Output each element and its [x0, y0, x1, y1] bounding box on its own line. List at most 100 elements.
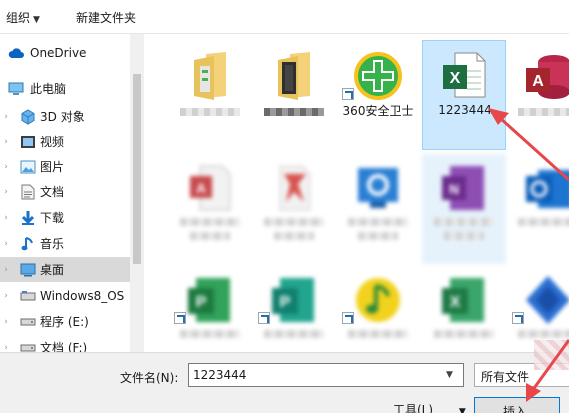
chevron-right-icon[interactable]: › [2, 213, 10, 223]
file-item[interactable]: P [168, 266, 252, 352]
file-label [434, 330, 494, 338]
dialog-footer: 文件名(N): ▼ 所有文件 工具(L) ▼ 插入 [0, 352, 569, 413]
file-item[interactable] [336, 154, 420, 264]
nav-item-desktop[interactable]: › 桌面 [0, 257, 130, 282]
nav-item-drive-e[interactable]: › 程序 (E:) [0, 309, 130, 334]
nav-label: 视频 [40, 135, 65, 149]
shortcut-arrow-icon [174, 312, 186, 324]
nav-item-music[interactable]: › 音乐 [0, 231, 130, 256]
access-icon: A [524, 50, 569, 102]
file-item[interactable]: N [422, 154, 506, 264]
nav-item-3d-objects[interactable]: › 3D 对象 [0, 104, 130, 129]
file-label [348, 218, 408, 226]
file-label [180, 108, 240, 116]
nav-label: 文档 [40, 185, 65, 199]
chevron-right-icon[interactable]: › [2, 291, 10, 301]
svg-text:A: A [196, 180, 206, 196]
navigation-pane: OneDrive 此电脑 › 3D 对象 › 视频 › 图片 › 文档 › 下载… [0, 34, 146, 352]
nav-label: 文档 (F:) [40, 341, 88, 352]
nav-label: 图片 [40, 160, 65, 174]
file-item[interactable] [336, 266, 420, 352]
file-label [180, 330, 240, 338]
chevron-down-icon: ▼ [458, 407, 466, 413]
3d-objects-icon [20, 108, 36, 125]
scrollbar-thumb[interactable] [133, 74, 141, 264]
file-item[interactable]: A [168, 154, 252, 264]
360-security-icon [354, 50, 402, 102]
nav-item-documents[interactable]: › 文档 [0, 179, 130, 204]
chevron-right-icon[interactable]: › [2, 265, 10, 275]
chevron-right-icon[interactable]: › [2, 112, 10, 122]
svg-text:P: P [196, 294, 207, 311]
file-item[interactable] [506, 154, 569, 264]
publisher-icon: P [270, 274, 318, 326]
drive-icon [20, 314, 36, 330]
chevron-right-icon[interactable]: › [2, 343, 10, 353]
file-name: 360安全卫士 [342, 104, 414, 118]
file-label [518, 108, 569, 116]
file-label [434, 218, 494, 226]
nav-item-pictures[interactable]: › 图片 [0, 154, 130, 179]
insert-button[interactable]: 插入 [474, 397, 560, 413]
chevron-right-icon[interactable]: › [2, 187, 10, 197]
file-label [264, 218, 324, 226]
nav-item-onedrive[interactable]: OneDrive [0, 40, 130, 65]
filename-input[interactable] [188, 363, 464, 387]
pixelated-area [534, 340, 569, 370]
file-label [348, 330, 408, 338]
nav-label: Windows8_OS [40, 288, 125, 303]
file-item[interactable] [168, 42, 252, 152]
chevron-right-icon[interactable]: › [2, 162, 10, 172]
chevron-right-icon[interactable]: › [2, 137, 10, 147]
file-item[interactable]: X [422, 266, 506, 352]
file-item-1223444[interactable]: X 1223444 [422, 40, 506, 150]
file-name: 1223444 [438, 103, 492, 117]
file-label [190, 232, 230, 240]
shortcut-arrow-icon [342, 312, 354, 324]
documents-icon [20, 184, 36, 200]
file-item[interactable]: P [252, 266, 336, 352]
folder-icon [186, 50, 234, 102]
nav-item-videos[interactable]: › 视频 [0, 129, 130, 154]
nav-label: 此电脑 [30, 82, 67, 96]
file-label [444, 232, 484, 240]
file-item-360[interactable]: 360安全卫士 [336, 42, 420, 152]
svg-text:A: A [532, 73, 544, 90]
file-label [264, 330, 324, 338]
nav-label: 3D 对象 [40, 110, 85, 124]
chevron-right-icon[interactable]: › [2, 317, 10, 327]
shortcut-arrow-icon [258, 312, 270, 324]
tools-button[interactable]: 工具(L) ▼ [393, 401, 466, 413]
excel-app-icon: X [440, 274, 488, 326]
video-icon [20, 134, 36, 150]
sidebar-scrollbar[interactable] [130, 34, 144, 352]
nav-label: 音乐 [40, 237, 65, 251]
chevron-down-icon[interactable]: ▼ [446, 370, 453, 380]
new-folder-button[interactable]: 新建文件夹 [76, 9, 136, 26]
desktop-icon [20, 262, 36, 278]
organize-button[interactable]: 组织 ▼ [6, 9, 40, 26]
file-label [358, 232, 398, 240]
file-list: 360安全卫士 X 1223444 A A N P P X [146, 34, 569, 352]
file-item[interactable] [252, 154, 336, 264]
file-item[interactable]: A [506, 42, 569, 152]
chevron-right-icon[interactable]: › [2, 239, 10, 249]
drive-icon [20, 288, 36, 304]
nav-item-drive-f[interactable]: › 文档 (F:) [0, 335, 130, 352]
music-icon [20, 236, 36, 252]
onenote-icon: N [440, 162, 488, 214]
file-item[interactable] [252, 42, 336, 152]
nav-item-downloads[interactable]: › 下载 [0, 205, 130, 230]
nav-item-windows8-os[interactable]: › Windows8_OS [0, 283, 130, 308]
computer-icon [8, 81, 24, 97]
nav-item-this-pc[interactable]: 此电脑 [0, 76, 130, 101]
organize-label: 组织 [6, 11, 31, 25]
nav-label: 下载 [40, 211, 65, 225]
drive-icon [20, 340, 36, 353]
access-file-icon: A [186, 162, 234, 214]
music-app-icon [354, 274, 402, 326]
shortcut-arrow-icon [512, 312, 524, 324]
nav-label: 程序 (E:) [40, 315, 89, 329]
file-label [180, 218, 240, 226]
pictures-icon [20, 159, 36, 175]
